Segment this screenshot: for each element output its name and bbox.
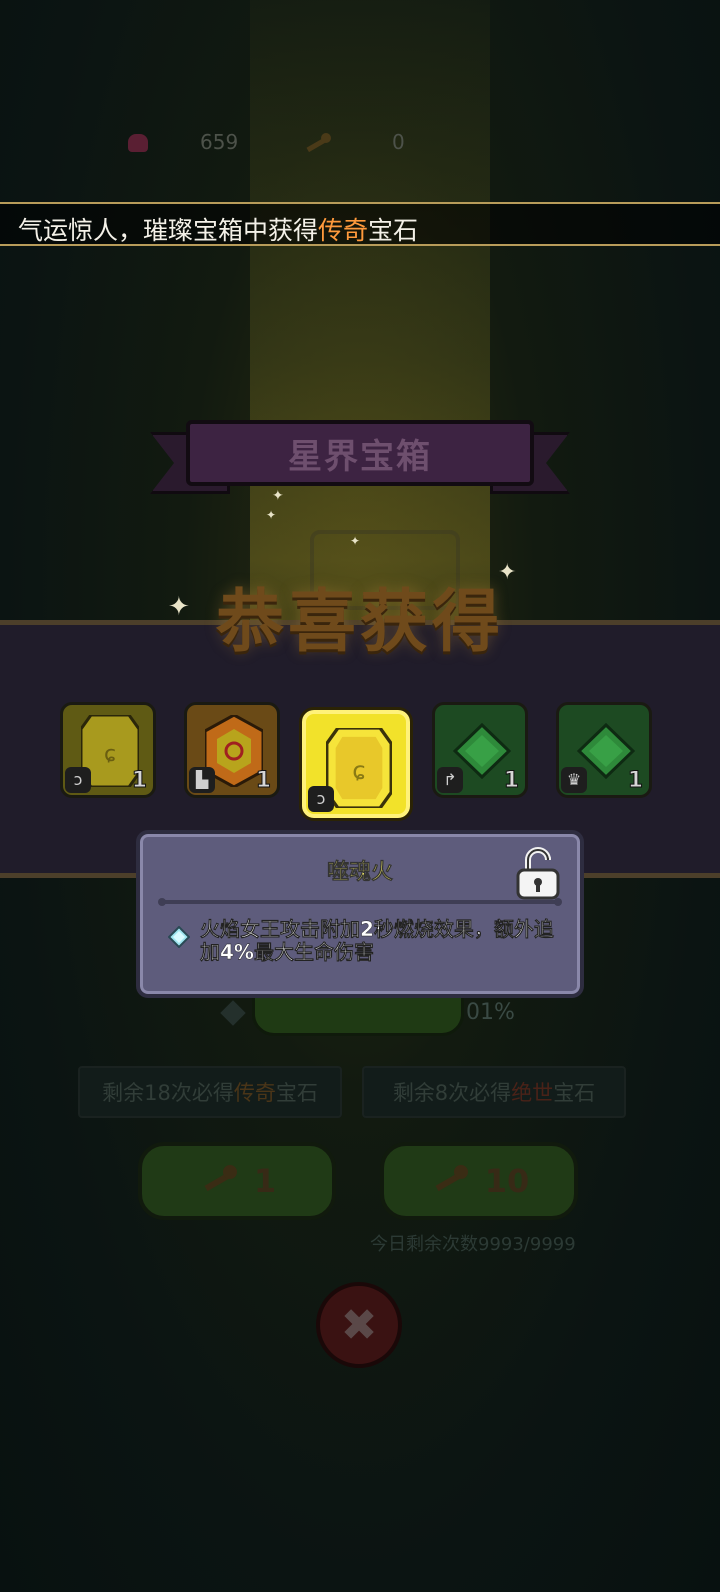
sparkle-icon: ✦	[272, 488, 284, 504]
pity-highlight: 传奇	[233, 1081, 276, 1105]
reward-count: 1	[627, 768, 643, 794]
reward-count: 1	[131, 768, 147, 794]
pity-highlight: 绝世	[511, 1081, 554, 1105]
pity-legendary: 剩余18次必得 传奇 宝石	[78, 1066, 342, 1118]
key-icon	[204, 1165, 237, 1192]
yellow-gem-icon: ɕ	[326, 728, 392, 808]
pity-suffix: 宝石	[275, 1081, 318, 1105]
reward-slot-2[interactable]: ▙ 1	[184, 702, 280, 798]
reward-slot-3-selected[interactable]: ɕ ↄ	[302, 710, 410, 818]
key-icon	[306, 133, 331, 153]
gem-tooltip: 噬魂火 火焰女王攻击附加2秒燃烧效果，额外追加4%最大生命伤害	[136, 830, 584, 998]
key-icon	[435, 1165, 468, 1192]
daily-quota: 今日剩余次数9993/9999	[370, 1234, 576, 1255]
reward-count: 1	[503, 768, 519, 794]
broadcast-text: 气运惊人，璀璨宝箱中获得传奇宝石	[18, 211, 418, 247]
pity-unique: 剩余8次必得 绝世 宝石	[362, 1066, 626, 1118]
svg-text:ɕ: ɕ	[104, 742, 116, 767]
tooltip-description: 火焰女王攻击附加2秒燃烧效果，额外追加4%最大生命伤害	[200, 917, 554, 964]
key-count: 0	[392, 130, 405, 154]
sparkle-icon: ✦	[266, 508, 277, 522]
reward-slot-4[interactable]: ↱ 1	[432, 702, 528, 798]
draw-ten-count: 10	[484, 1162, 530, 1200]
gem-count: 659	[200, 130, 239, 154]
bow-icon: ↄ	[308, 786, 334, 812]
sparkle-icon: ✦	[350, 534, 361, 548]
draw-ten-button[interactable]: 10	[380, 1142, 578, 1220]
rate-percent: 01%	[466, 1000, 515, 1025]
reward-slot-5[interactable]: ♛ 1	[556, 702, 652, 798]
axe-icon: ↱	[437, 767, 463, 793]
broadcast-banner: 气运惊人，璀璨宝箱中获得传奇宝石	[0, 202, 720, 246]
close-icon: ✖	[340, 1299, 378, 1351]
ruby-icon	[128, 134, 148, 152]
boot-icon: ▙	[189, 767, 215, 793]
pity-suffix: 宝石	[553, 1081, 596, 1105]
chest-title: 星界宝箱	[288, 436, 432, 477]
draw-one-button[interactable]: 1	[138, 1142, 336, 1220]
chest-title-ribbon: 星界宝箱	[186, 420, 534, 486]
unlock-icon[interactable]	[514, 846, 562, 900]
bow-icon: ↄ	[65, 767, 91, 793]
broadcast-suffix: 宝石	[368, 216, 419, 245]
congrats-title: 恭喜获得	[215, 583, 504, 662]
reward-slot-1[interactable]: ɕ ↄ 1	[60, 702, 156, 798]
diamond-bullet-icon	[168, 926, 190, 948]
reward-count: 1	[255, 768, 271, 794]
draw-one-count: 1	[253, 1162, 277, 1200]
pity-prefix: 剩余8次必得	[392, 1081, 512, 1105]
broadcast-highlight: 传奇	[318, 216, 369, 245]
close-button[interactable]: ✖	[316, 1282, 402, 1368]
svg-text:ɕ: ɕ	[352, 756, 365, 785]
crown-icon: ♛	[561, 767, 587, 793]
broadcast-prefix: 气运惊人，璀璨宝箱中获得	[18, 216, 319, 245]
tooltip-divider	[158, 898, 562, 906]
pity-prefix: 剩余18次必得	[102, 1081, 234, 1105]
